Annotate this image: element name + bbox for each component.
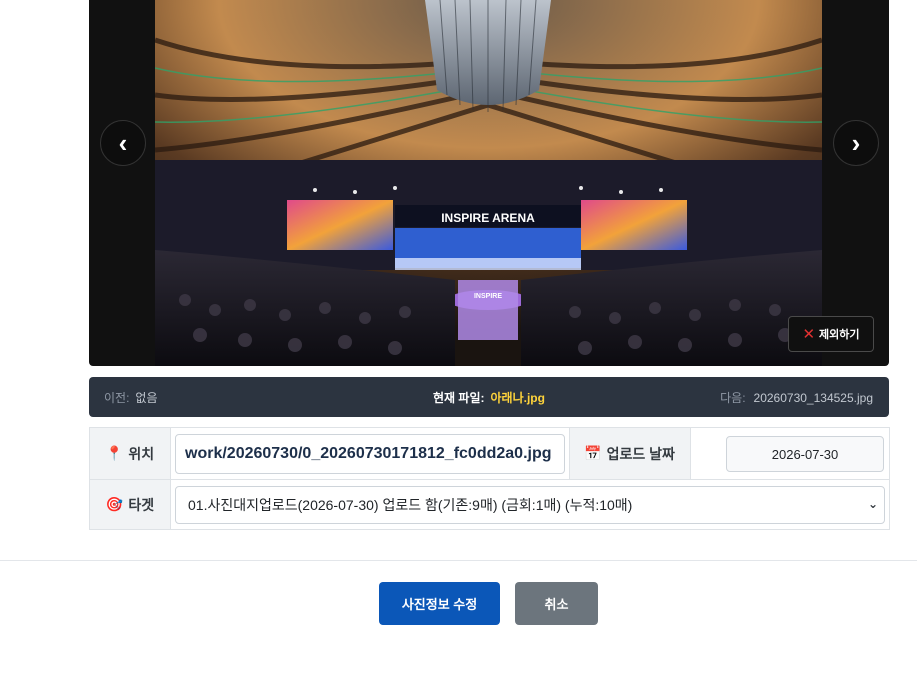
target-label: 타겟 (128, 496, 155, 513)
file-navigation-bar: 이전: 없음 현재 파일: 아래나.jpg 다음: 20260730_134525.j… (89, 377, 889, 417)
pin-icon: 📍 (105, 445, 124, 461)
exclude-button[interactable]: ✕ 제외하기 (788, 316, 874, 352)
column-divider (170, 428, 171, 529)
stage-text: INSPIRE (474, 293, 502, 300)
next-file-value: 20260730_134525.jpg (753, 390, 873, 405)
location-label-cell: 📍 위치 (90, 428, 170, 479)
upload-date-label-cell: 📅 업로드 날짜 (569, 428, 690, 479)
photo-image: INSPIRE ARENA INSPIRE (155, 0, 822, 366)
location-input[interactable] (175, 434, 565, 474)
column-divider (690, 428, 691, 479)
save-photo-info-button[interactable]: 사진정보 수정 (379, 582, 500, 625)
column-divider (569, 428, 570, 479)
next-file-info: 다음: 20260730_134525.jpg (720, 389, 873, 406)
current-file-value: 아래나.jpg (490, 390, 545, 405)
next-file-label: 다음: (720, 390, 746, 405)
row-divider (90, 479, 889, 480)
arena-sign: INSPIRE ARENA (441, 211, 535, 225)
photo-info-form: 📍 위치 📅 업로드 날짜 2026-07-30 🎯 타겟 01.사진대지업로드… (89, 427, 890, 530)
exclude-button-label: 제외하기 (819, 329, 860, 341)
target-label-cell: 🎯 타겟 (90, 480, 170, 529)
photo-viewer: INSPIRE ARENA INSPIRE ‹ › ✕ 제외하기 (89, 0, 889, 366)
cancel-button[interactable]: 취소 (515, 582, 598, 625)
chevron-left-icon: ‹ (118, 128, 128, 158)
chevron-down-icon: ⌄ (867, 497, 878, 511)
close-icon: ✕ (802, 326, 816, 343)
upload-date-field[interactable]: 2026-07-30 (726, 436, 884, 472)
prev-photo-button[interactable]: ‹ (100, 120, 146, 166)
location-label: 위치 (128, 445, 155, 462)
target-icon: 🎯 (105, 496, 124, 512)
next-photo-button[interactable]: › (833, 120, 879, 166)
calendar-icon: 📅 (584, 445, 602, 461)
chevron-right-icon: › (851, 128, 861, 158)
upload-date-label: 업로드 날짜 (606, 445, 675, 462)
arena-photo: INSPIRE ARENA INSPIRE (155, 0, 822, 366)
target-select-value: 01.사진대지업로드(2026-07-30) 업로드 함(기존:9매) (금회:… (188, 497, 633, 513)
current-file-label: 현재 파일: (433, 390, 485, 405)
section-divider (0, 560, 917, 561)
target-select[interactable]: 01.사진대지업로드(2026-07-30) 업로드 함(기존:9매) (금회:… (175, 486, 885, 524)
